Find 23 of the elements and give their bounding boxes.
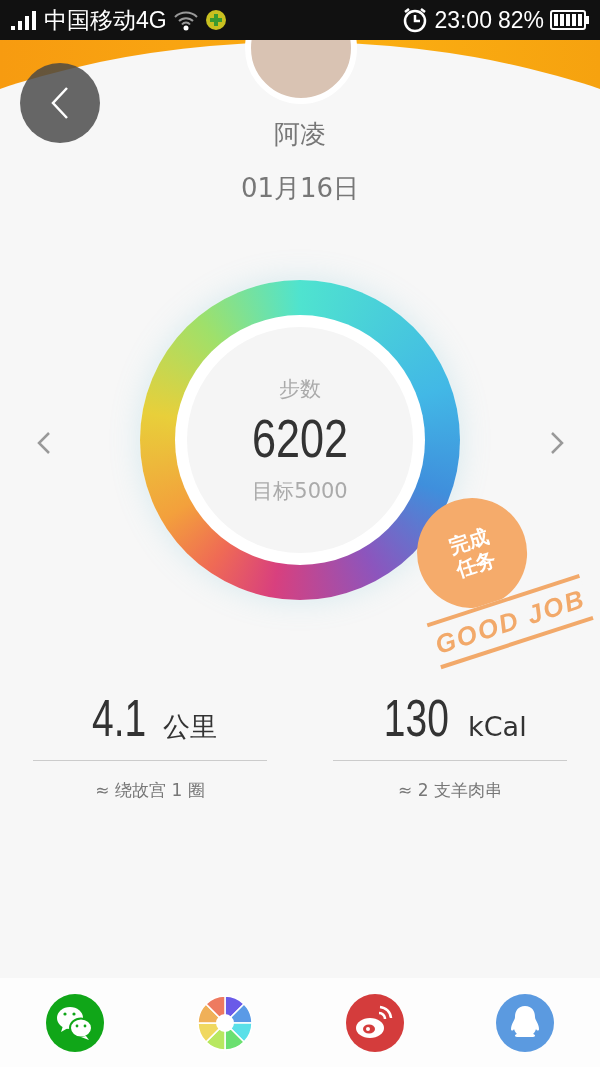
carrier-label: 中国移动4G [44,5,167,35]
signal-icon [10,9,38,31]
goal-label: 目标5000 [252,478,348,505]
steps-label: 步数 [279,376,321,403]
stat-value: 130 [384,690,450,746]
eye-signal-icon[interactable] [346,993,404,1052]
alarm-clock-icon [402,7,429,33]
battery-icon [550,9,590,31]
chat-bubbles-icon[interactable] [46,993,104,1052]
clock-time: 23:00 [434,6,492,34]
user-name: 阿凌 [274,118,326,150]
battery-percentage: 82% [497,6,544,34]
plus-circle-icon [204,9,227,31]
stat-comparison: ≈ 2 支羊肉串 [398,779,502,802]
back-chevron-icon [49,85,71,121]
step-count: 6202 [251,409,349,467]
stat-unit: 公里 [163,710,218,744]
date-label: 01月16日 [240,172,360,204]
wifi-icon [172,9,199,31]
stat-unit: kCal [468,711,527,742]
stat-value: 4.1 [91,690,147,746]
stat-comparison: ≈ 绕故宫 1 圈 [95,779,205,802]
penguin-icon[interactable] [496,993,554,1052]
